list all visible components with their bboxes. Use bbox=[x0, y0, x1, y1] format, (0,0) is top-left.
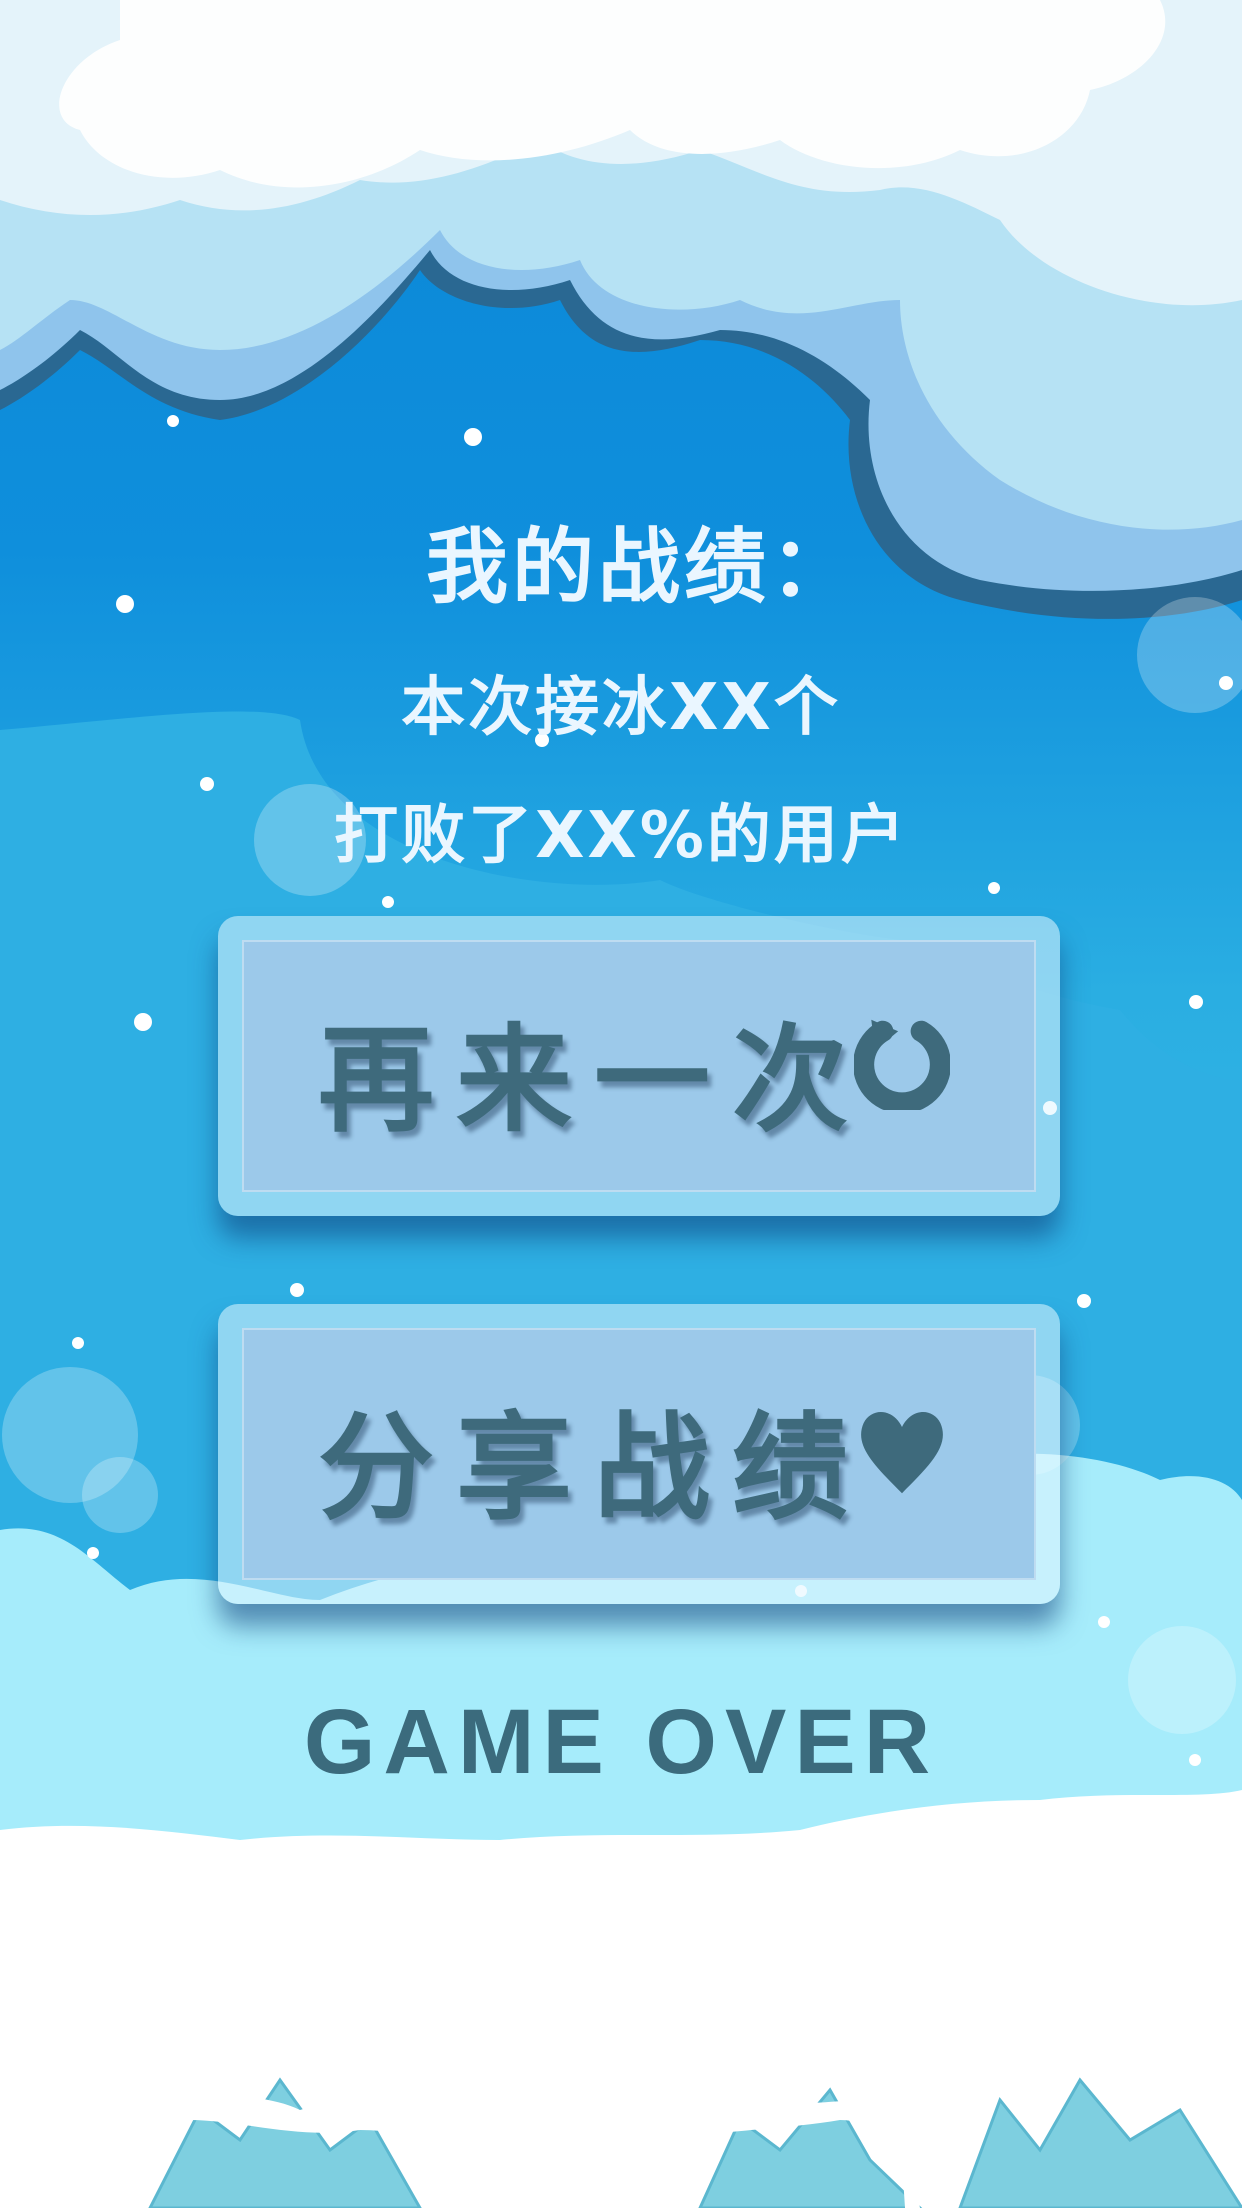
share-button-label: 分享战绩 bbox=[318, 1401, 870, 1536]
catch-count-text: 本次接冰XX个 bbox=[401, 671, 841, 745]
heart-icon bbox=[861, 1412, 943, 1494]
share-button[interactable]: 分享战绩 bbox=[218, 1304, 1060, 1604]
game-over-text: GAME OVER bbox=[303, 1691, 939, 1793]
retry-button[interactable]: 再来一次 bbox=[218, 916, 1060, 1216]
beat-percent-text: 打败了XX%的用户 bbox=[334, 799, 908, 873]
result-title: 我的战绩： bbox=[425, 520, 856, 615]
refresh-icon bbox=[854, 1019, 950, 1110]
retry-button-label: 再来一次 bbox=[318, 1013, 870, 1148]
